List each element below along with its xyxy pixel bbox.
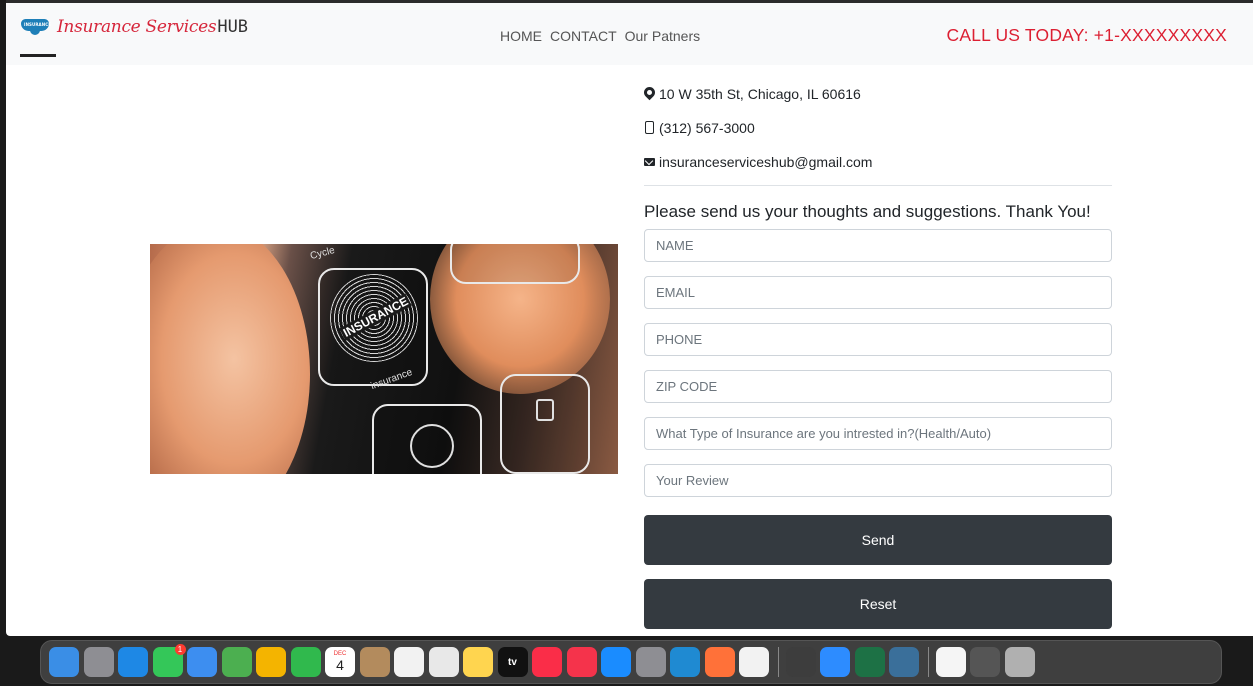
email-input[interactable] [644,276,1112,309]
reset-button[interactable]: Reset [644,579,1112,629]
contacts-icon[interactable] [359,647,390,677]
map-marker-icon [641,84,658,101]
reminders-icon[interactable] [394,647,424,677]
mysql-workbench-icon[interactable] [889,647,919,677]
notes-icon[interactable] [463,647,493,677]
brand-logo-icon: INSURANCE [21,18,51,36]
screenshot-icon[interactable] [428,647,459,677]
notification-badge: 1 [174,644,186,655]
system-preferences-icon[interactable] [635,647,666,677]
browser-viewport: INSURANCE Insurance Services HUB HOME CO… [6,0,1253,636]
maps-icon[interactable] [221,647,252,677]
safari-icon[interactable] [118,647,148,677]
app-store-icon[interactable] [601,647,631,677]
calendar-icon[interactable]: DEC 4 [325,647,355,677]
downloads-stack-icon[interactable] [970,647,1000,677]
phone-text: (312) 567-3000 [659,120,755,136]
section-divider [644,185,1112,186]
navbar: INSURANCE Insurance Services HUB HOME CO… [6,3,1253,65]
finder-icon[interactable] [49,647,79,677]
launchpad-icon[interactable] [83,647,114,677]
form-title: Please send us your thoughts and suggest… [644,202,1091,221]
news-icon[interactable] [566,647,597,677]
macos-dock: 1 DEC 4 tv [40,640,1222,684]
brand-active-underline [20,54,56,57]
name-input[interactable] [644,229,1112,262]
nav-link-contact[interactable]: CONTACT [550,28,617,44]
nav-links: HOME CONTACT Our Patners [500,28,700,44]
envelope-icon [644,155,656,169]
nav-link-partners[interactable]: Our Patners [625,28,700,44]
address-line: 10 W 35th St, Chicago, IL 60616 [641,84,1112,103]
brand-script-text: Insurance Services [57,17,217,37]
zip-code-input[interactable] [644,370,1112,403]
contact-section: 10 W 35th St, Chicago, IL 60616 (312) 56… [641,84,1112,497]
call-us-phone: CALL US TODAY: +1-XXXXXXXXX [946,25,1227,45]
zoom-icon[interactable] [820,647,850,677]
phone-line: (312) 567-3000 [644,119,1112,137]
music-icon[interactable] [532,647,562,677]
mail-icon[interactable] [187,647,217,677]
send-button[interactable]: Send [644,515,1112,565]
mobile-icon [644,121,656,135]
trash-icon[interactable] [1004,647,1035,677]
vscode-icon[interactable] [670,647,700,677]
chrome-icon[interactable] [739,647,769,677]
brand-name: Insurance Services HUB [57,17,248,37]
facetime-icon[interactable] [290,647,321,677]
address-text: 10 W 35th St, Chicago, IL 60616 [659,86,861,102]
insurance-type-input[interactable] [644,417,1112,450]
apple-tv-icon[interactable]: tv [497,647,528,677]
insurance-hero-image: Cycle INSURANCE insurance [150,244,618,474]
email-line: insuranceserviceshub@gmail.com [644,153,1112,171]
messages-icon[interactable]: 1 [152,644,186,677]
document-icon[interactable] [935,647,966,677]
excel-icon[interactable] [854,647,885,677]
nav-link-home[interactable]: HOME [500,28,542,44]
brand-link[interactable]: INSURANCE Insurance Services HUB [21,17,248,37]
brand-hub-text: HUB [217,17,249,37]
photos-icon[interactable] [256,647,286,677]
email-text: insuranceserviceshub@gmail.com [659,154,873,170]
dock-separator [927,647,929,677]
review-input[interactable] [644,464,1112,497]
firefox-icon[interactable] [704,647,735,677]
phone-input[interactable] [644,323,1112,356]
sublime-icon[interactable] [785,647,816,677]
dock-separator [777,647,779,677]
